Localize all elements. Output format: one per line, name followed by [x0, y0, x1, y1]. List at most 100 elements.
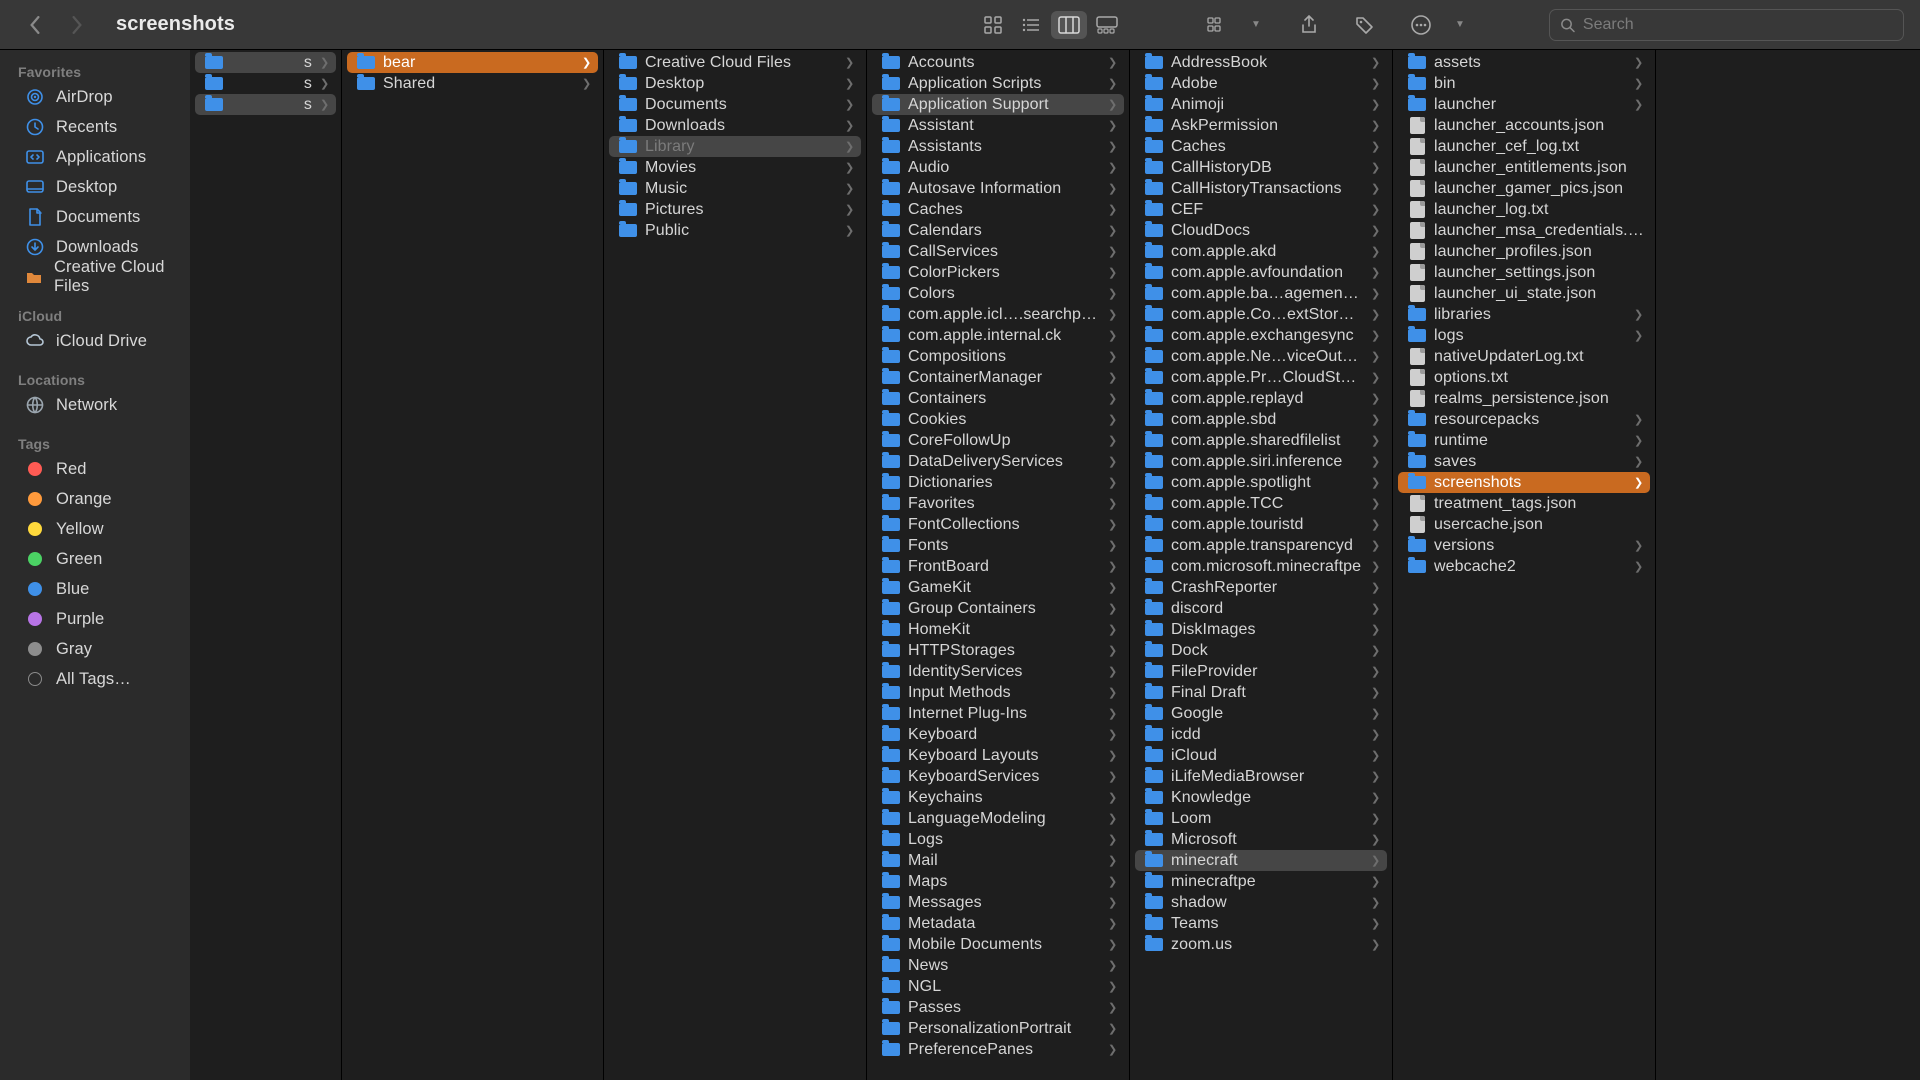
folder-row[interactable]: Google❯	[1135, 703, 1387, 724]
folder-row[interactable]: com.apple.siri.inference❯	[1135, 451, 1387, 472]
folder-row[interactable]: s❯	[195, 73, 336, 94]
view-list-button[interactable]	[1013, 11, 1049, 39]
folder-row[interactable]: saves❯	[1398, 451, 1650, 472]
file-row[interactable]: treatment_tags.json	[1398, 493, 1650, 514]
folder-row[interactable]: Animoji❯	[1135, 94, 1387, 115]
folder-row[interactable]: zoom.us❯	[1135, 934, 1387, 955]
folder-row[interactable]: Keyboard Layouts❯	[872, 745, 1124, 766]
folder-row[interactable]: com.apple.akd❯	[1135, 241, 1387, 262]
folder-row[interactable]: CEF❯	[1135, 199, 1387, 220]
folder-row[interactable]: AddressBook❯	[1135, 52, 1387, 73]
folder-row[interactable]: discord❯	[1135, 598, 1387, 619]
folder-row[interactable]: FontCollections❯	[872, 514, 1124, 535]
folder-row[interactable]: Internet Plug-Ins❯	[872, 703, 1124, 724]
folder-row[interactable]: com.apple.TCC❯	[1135, 493, 1387, 514]
sidebar-item[interactable]: Orange	[8, 484, 182, 514]
file-row[interactable]: launcher_gamer_pics.json	[1398, 178, 1650, 199]
folder-row[interactable]: Downloads❯	[609, 115, 861, 136]
view-gallery-button[interactable]	[1089, 11, 1125, 39]
nav-back-button[interactable]	[24, 14, 46, 36]
folder-row[interactable]: DataDeliveryServices❯	[872, 451, 1124, 472]
sidebar-item[interactable]: Recents	[8, 112, 182, 142]
file-row[interactable]: launcher_ui_state.json	[1398, 283, 1650, 304]
folder-row[interactable]: libraries❯	[1398, 304, 1650, 325]
folder-row[interactable]: Input Methods❯	[872, 682, 1124, 703]
folder-row[interactable]: minecraft❯	[1135, 850, 1387, 871]
sidebar-item[interactable]: Creative Cloud Files	[8, 262, 182, 292]
folder-row[interactable]: CallHistoryTransactions❯	[1135, 178, 1387, 199]
folder-row[interactable]: minecraftpe❯	[1135, 871, 1387, 892]
file-row[interactable]: launcher_cef_log.txt	[1398, 136, 1650, 157]
folder-row[interactable]: Application Scripts❯	[872, 73, 1124, 94]
folder-row[interactable]: FrontBoard❯	[872, 556, 1124, 577]
search-field[interactable]	[1549, 9, 1904, 41]
folder-row[interactable]: CallServices❯	[872, 241, 1124, 262]
folder-row[interactable]: CallHistoryDB❯	[1135, 157, 1387, 178]
folder-row[interactable]: Fonts❯	[872, 535, 1124, 556]
folder-row[interactable]: logs❯	[1398, 325, 1650, 346]
folder-row[interactable]: GameKit❯	[872, 577, 1124, 598]
folder-row[interactable]: screenshots❯	[1398, 472, 1650, 493]
folder-row[interactable]: com.apple.exchangesync❯	[1135, 325, 1387, 346]
folder-row[interactable]: resourcepacks❯	[1398, 409, 1650, 430]
folder-row[interactable]: versions❯	[1398, 535, 1650, 556]
folder-row[interactable]: assets❯	[1398, 52, 1650, 73]
folder-row[interactable]: KeyboardServices❯	[872, 766, 1124, 787]
folder-row[interactable]: Movies❯	[609, 157, 861, 178]
folder-row[interactable]: HomeKit❯	[872, 619, 1124, 640]
sidebar-item[interactable]: AirDrop	[8, 82, 182, 112]
folder-row[interactable]: Assistants❯	[872, 136, 1124, 157]
folder-row[interactable]: com.apple.Co…extStoreAgent❯	[1135, 304, 1387, 325]
folder-row[interactable]: iCloud❯	[1135, 745, 1387, 766]
folder-row[interactable]: com.apple.sbd❯	[1135, 409, 1387, 430]
folder-row[interactable]: PreferencePanes❯	[872, 1039, 1124, 1060]
sidebar-item[interactable]: Blue	[8, 574, 182, 604]
folder-row[interactable]: Assistant❯	[872, 115, 1124, 136]
view-icons-button[interactable]	[975, 11, 1011, 39]
nav-forward-button[interactable]	[66, 14, 88, 36]
sidebar-item[interactable]: Applications	[8, 142, 182, 172]
folder-row[interactable]: Favorites❯	[872, 493, 1124, 514]
folder-row[interactable]: Metadata❯	[872, 913, 1124, 934]
folder-row[interactable]: Logs❯	[872, 829, 1124, 850]
folder-row[interactable]: runtime❯	[1398, 430, 1650, 451]
folder-row[interactable]: Accounts❯	[872, 52, 1124, 73]
folder-row[interactable]: Adobe❯	[1135, 73, 1387, 94]
folder-row[interactable]: Final Draft❯	[1135, 682, 1387, 703]
folder-row[interactable]: com.apple.touristd❯	[1135, 514, 1387, 535]
folder-row[interactable]: s❯	[195, 94, 336, 115]
file-row[interactable]: launcher_settings.json	[1398, 262, 1650, 283]
sidebar-item[interactable]: Desktop	[8, 172, 182, 202]
sidebar-item[interactable]: Red	[8, 454, 182, 484]
folder-row[interactable]: CloudDocs❯	[1135, 220, 1387, 241]
folder-row[interactable]: com.microsoft.minecraftpe❯	[1135, 556, 1387, 577]
folder-row[interactable]: CrashReporter❯	[1135, 577, 1387, 598]
folder-row[interactable]: s❯	[195, 52, 336, 73]
folder-row[interactable]: com.apple.avfoundation❯	[1135, 262, 1387, 283]
folder-row[interactable]: com.apple.ba…agementagent❯	[1135, 283, 1387, 304]
sidebar-item[interactable]: Green	[8, 544, 182, 574]
folder-row[interactable]: Public❯	[609, 220, 861, 241]
folder-row[interactable]: Creative Cloud Files❯	[609, 52, 861, 73]
folder-row[interactable]: Passes❯	[872, 997, 1124, 1018]
folder-row[interactable]: webcache2❯	[1398, 556, 1650, 577]
folder-row[interactable]: Keyboard❯	[872, 724, 1124, 745]
folder-row[interactable]: bin❯	[1398, 73, 1650, 94]
folder-row[interactable]: Desktop❯	[609, 73, 861, 94]
folder-row[interactable]: FileProvider❯	[1135, 661, 1387, 682]
folder-row[interactable]: CoreFollowUp❯	[872, 430, 1124, 451]
folder-row[interactable]: com.apple.Pr…CloudStorage❯	[1135, 367, 1387, 388]
folder-row[interactable]: NGL❯	[872, 976, 1124, 997]
file-row[interactable]: usercache.json	[1398, 514, 1650, 535]
folder-row[interactable]: Knowledge❯	[1135, 787, 1387, 808]
folder-row[interactable]: Library❯	[609, 136, 861, 157]
folder-row[interactable]: com.apple.internal.ck❯	[872, 325, 1124, 346]
folder-row[interactable]: HTTPStorages❯	[872, 640, 1124, 661]
group-by-button[interactable]	[1199, 11, 1235, 39]
folder-row[interactable]: News❯	[872, 955, 1124, 976]
folder-row[interactable]: com.apple.icl….searchpartyd❯	[872, 304, 1124, 325]
folder-row[interactable]: DiskImages❯	[1135, 619, 1387, 640]
sidebar-item[interactable]: Gray	[8, 634, 182, 664]
folder-row[interactable]: Mail❯	[872, 850, 1124, 871]
folder-row[interactable]: PersonalizationPortrait❯	[872, 1018, 1124, 1039]
